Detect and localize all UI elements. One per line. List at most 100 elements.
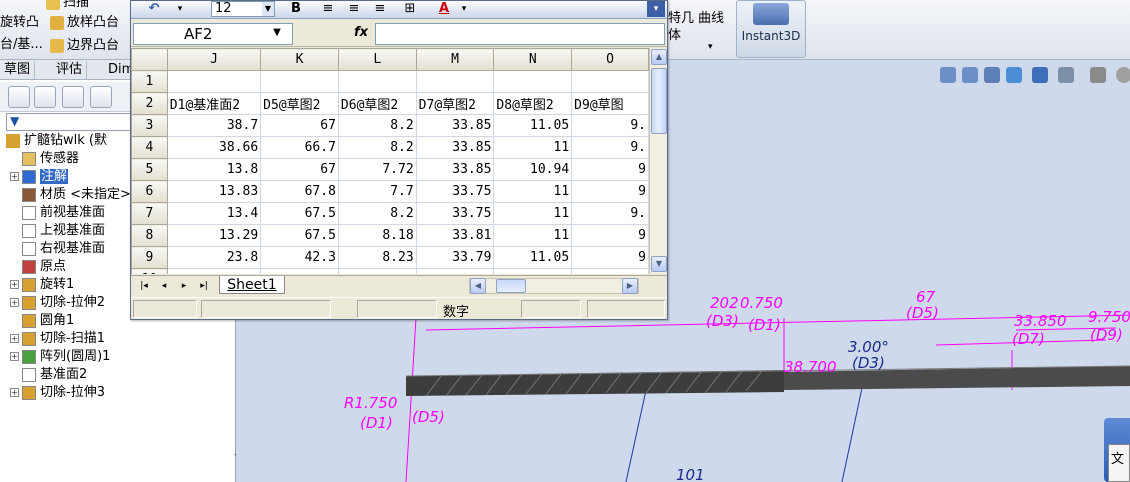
- grid-cell[interactable]: [415, 70, 495, 93]
- dimxpert-manager-tab-icon[interactable]: [90, 86, 112, 108]
- grid-cell[interactable]: 33.75: [415, 202, 495, 225]
- column-header[interactable]: J: [166, 48, 262, 71]
- grid-cell[interactable]: 33.79: [415, 246, 495, 269]
- grid-cell[interactable]: 13.83: [166, 180, 262, 203]
- grid-cell[interactable]: D6@草图2: [337, 92, 417, 115]
- grid-cell[interactable]: D9@草图: [571, 92, 649, 115]
- align-left-icon[interactable]: ≡: [319, 1, 337, 17]
- grid-cell[interactable]: 33.85: [415, 158, 495, 181]
- revolve-boss-button[interactable]: 旋转凸: [0, 14, 39, 32]
- grid-cell[interactable]: 66.7: [260, 136, 339, 159]
- font-color-icon[interactable]: A: [435, 1, 453, 17]
- font-size-select[interactable]: 12 ▼: [211, 1, 275, 17]
- grid-cell[interactable]: 67.8: [260, 180, 339, 203]
- first-sheet-icon[interactable]: |◂: [137, 279, 151, 293]
- grid-cell[interactable]: 67: [260, 114, 339, 137]
- row-header[interactable]: 7: [131, 202, 168, 225]
- task-pane-document-label[interactable]: 文: [1108, 444, 1130, 482]
- sweep-boss-button[interactable]: 扫描: [46, 0, 89, 12]
- tab-sketch[interactable]: 草图: [0, 61, 36, 79]
- previous-sheet-icon[interactable]: ◂: [157, 279, 171, 293]
- grid-cell[interactable]: 9.: [571, 114, 649, 137]
- grid-cell[interactable]: 67: [260, 158, 339, 181]
- grid-cell[interactable]: D8@草图2: [493, 92, 573, 115]
- features-button[interactable]: 特几: [668, 10, 694, 28]
- grid-cell[interactable]: 8.2: [337, 136, 417, 159]
- grid-cell[interactable]: 11: [493, 180, 573, 203]
- drill-shaft[interactable]: [405, 365, 1130, 396]
- tree-root[interactable]: 扩髓钻wlk (默: [6, 132, 107, 150]
- grid-cell[interactable]: 13.4: [166, 202, 262, 225]
- bold-button[interactable]: B: [287, 1, 305, 17]
- row-header[interactable]: 10: [131, 268, 168, 274]
- grid-cell[interactable]: 11.05: [493, 114, 573, 137]
- grid-cell[interactable]: [493, 268, 573, 274]
- grid-cell[interactable]: 9: [571, 224, 649, 247]
- grid-cell[interactable]: 42.3: [260, 246, 339, 269]
- scroll-right-icon[interactable]: ▶: [622, 278, 638, 294]
- grid-cell[interactable]: 38.7: [166, 114, 262, 137]
- last-sheet-icon[interactable]: ▸|: [197, 279, 211, 293]
- grid-cell[interactable]: 67.5: [260, 202, 339, 225]
- grid-cell[interactable]: 13.29: [166, 224, 262, 247]
- horizontal-scrollbar[interactable]: ◀ ▶: [469, 278, 639, 294]
- curves-button[interactable]: 曲线: [698, 10, 724, 28]
- grid-cell[interactable]: D5@草图2: [260, 92, 339, 115]
- instant3d-button[interactable]: Instant3D: [736, 0, 806, 58]
- font-color-dropdown-icon[interactable]: ▾: [455, 1, 473, 17]
- row-header[interactable]: 8: [131, 224, 168, 247]
- row-header[interactable]: 4: [131, 136, 168, 159]
- tree-node[interactable]: 传感器: [10, 150, 79, 168]
- grid-cell[interactable]: 11: [493, 136, 573, 159]
- row-header[interactable]: 3: [131, 114, 168, 137]
- grid-cell[interactable]: 13.8: [166, 158, 262, 181]
- row-header[interactable]: 1: [131, 70, 168, 93]
- configuration-manager-tab-icon[interactable]: [62, 86, 84, 108]
- grid-cell[interactable]: 9: [571, 158, 649, 181]
- scroll-left-icon[interactable]: ◀: [470, 278, 486, 294]
- grid-cell[interactable]: [337, 70, 417, 93]
- base-boss-button[interactable]: 台/基...: [0, 36, 43, 54]
- grid-cell[interactable]: [415, 268, 495, 274]
- grid-cell[interactable]: 11: [493, 202, 573, 225]
- expand-toggle-icon[interactable]: +: [10, 280, 19, 289]
- grid-cell[interactable]: 9: [571, 180, 649, 203]
- column-header[interactable]: L: [337, 48, 417, 71]
- grid-cell[interactable]: 67.5: [260, 224, 339, 247]
- row-header[interactable]: 2: [131, 92, 168, 115]
- vertical-scroll-thumb[interactable]: [651, 68, 667, 134]
- sheet-tab[interactable]: Sheet1: [219, 276, 285, 294]
- row-header[interactable]: 6: [131, 180, 168, 203]
- column-header[interactable]: K: [260, 48, 339, 71]
- grid-cell[interactable]: 9: [571, 246, 649, 269]
- expand-toggle-icon[interactable]: +: [10, 334, 19, 343]
- grid-cell[interactable]: 11: [493, 224, 573, 247]
- grid-cell[interactable]: 8.2: [337, 202, 417, 225]
- boundary-boss-button[interactable]: 边界凸台: [50, 37, 119, 55]
- grid-cell[interactable]: [260, 70, 339, 93]
- tree-node[interactable]: 材质 <未指定>: [10, 186, 131, 204]
- expand-toggle-icon[interactable]: +: [10, 352, 19, 361]
- curves-dropdown-icon[interactable]: ▾: [708, 38, 713, 56]
- spreadsheet-grid[interactable]: JKLMNO 1 2 D1@基准面2 D5@草图2 D6@草图2 D7@草图2 D8@草图2…: [131, 48, 649, 274]
- column-header[interactable]: O: [571, 48, 649, 71]
- merge-center-icon[interactable]: ⊞: [401, 1, 419, 17]
- horizontal-scroll-thumb[interactable]: [496, 279, 526, 293]
- toolbar-options-icon[interactable]: ▾: [647, 1, 665, 17]
- tree-node[interactable]: + 切除-拉伸2: [10, 294, 105, 312]
- vertical-scrollbar[interactable]: ▲ ▼: [649, 48, 667, 274]
- align-center-icon[interactable]: ≡: [345, 1, 363, 17]
- formula-input[interactable]: [375, 23, 665, 45]
- tree-node[interactable]: 上视基准面: [10, 222, 105, 240]
- tree-node[interactable]: 基准面2: [10, 366, 87, 384]
- grid-cell[interactable]: 9.: [571, 136, 649, 159]
- grid-cell[interactable]: 38.66: [166, 136, 262, 159]
- grid-cell[interactable]: D7@草图2: [415, 92, 495, 115]
- tree-node[interactable]: 右视基准面: [10, 240, 105, 258]
- grid-cell[interactable]: 8.23: [337, 246, 417, 269]
- grid-cell[interactable]: [337, 268, 417, 274]
- row-header[interactable]: 9: [131, 246, 168, 269]
- grid-cell[interactable]: [571, 268, 649, 274]
- tree-node[interactable]: + 切除-拉伸3: [10, 384, 105, 402]
- grid-cell[interactable]: [571, 70, 649, 93]
